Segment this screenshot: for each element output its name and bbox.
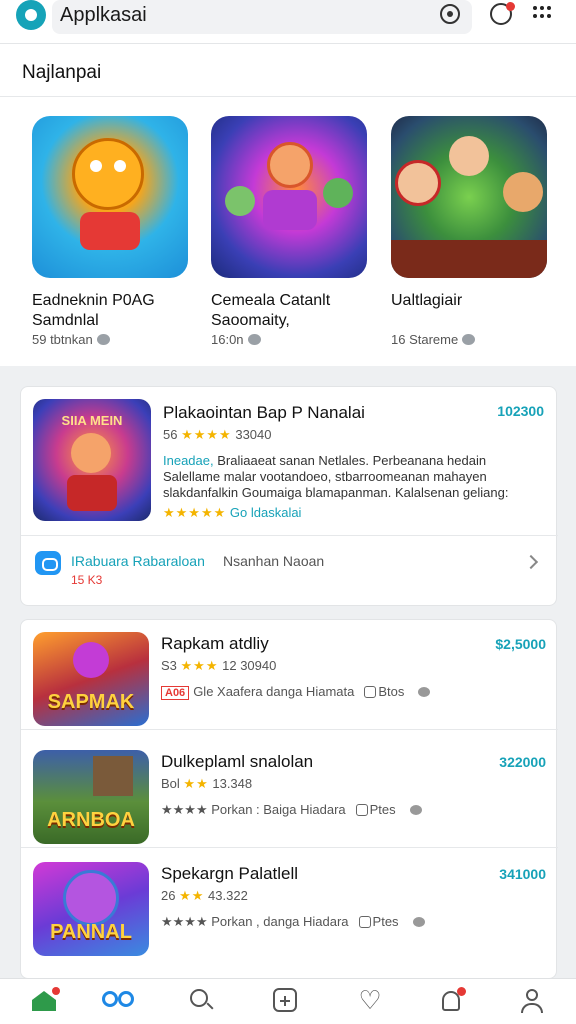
list-item[interactable]: SAPMAK Rapkam atdliy $2,5000 S3 ★★★ 12 3…: [21, 620, 558, 730]
app-description: Ineadae, Braliaaeat sanan Netlales. Perb…: [163, 453, 509, 500]
featured-card[interactable]: Eadneknin P0AG Samdnlal 59 tbtnkan: [32, 116, 192, 347]
art-word: PANNAL: [50, 921, 132, 943]
app-title: Applkasai: [60, 4, 147, 26]
section-title: Najlanpai: [22, 62, 102, 83]
chevron-right-icon[interactable]: [523, 554, 539, 570]
rating: 26 ★★ 43.322: [161, 888, 248, 903]
profile-icon[interactable]: [518, 987, 546, 1015]
home-icon[interactable]: [30, 987, 60, 1015]
divider: [21, 729, 558, 730]
game-artwork[interactable]: [32, 116, 188, 278]
art-banner-text: SIIA MEIN: [61, 413, 123, 428]
list-item[interactable]: ARNBOA Dulkeplaml snalolan 322000 Bol ★★…: [21, 738, 558, 848]
list-item[interactable]: PANNAL Spekargn Palatlell 341000 26 ★★ 4…: [21, 850, 558, 960]
game-artwork[interactable]: SIIA MEIN: [33, 399, 151, 521]
app-name-line2: Saoomaity,: [211, 312, 290, 329]
bell-badge: [457, 987, 466, 996]
top-bar: Applkasai: [0, 0, 576, 44]
promo-link-sub: 15 K3: [71, 573, 103, 587]
game-artwork[interactable]: [391, 116, 547, 278]
star-rating: ★★★★: [181, 427, 232, 442]
app-price: $2,5000: [495, 636, 546, 652]
divider: [21, 535, 558, 536]
target-icon[interactable]: [440, 4, 460, 24]
app-price: 341000: [499, 866, 546, 882]
rating: 56 ★★★★ 33040: [163, 427, 272, 442]
comment-icon: [96, 334, 110, 345]
app-name: Dulkeplaml snalolan: [161, 752, 314, 771]
featured-card[interactable]: Cemeala Catanlt Saoomaity, 16:0n: [211, 116, 371, 347]
app-name: Eadneknin P0AG: [32, 292, 155, 309]
comment-icon: [418, 687, 431, 697]
app-meta: 16:0n: [211, 332, 261, 347]
rating: S3 ★★★ 12 30940: [161, 658, 277, 673]
app-list: SAPMAK Rapkam atdliy $2,5000 S3 ★★★ 12 3…: [20, 619, 558, 979]
rating: Bol ★★ 13.348: [161, 776, 253, 791]
app-name: Cemeala Catanlt: [211, 292, 331, 309]
featured-section: Najlanpai Eadneknin P0AG Samdnlal 59 tbt…: [0, 44, 576, 366]
app-name: Plakaointan Bap P Nanalai: [163, 403, 365, 422]
search-bar[interactable]: Applkasai: [52, 0, 472, 34]
notification-button[interactable]: [489, 2, 515, 28]
games-icon[interactable]: [102, 987, 138, 1015]
app-tag: A06: [161, 686, 190, 700]
chat-icon[interactable]: [35, 551, 61, 575]
promo-rating-line: ★★★★★ Go ldaskalai: [163, 505, 302, 520]
app-price: 322000: [499, 754, 546, 770]
comment-icon: [412, 917, 425, 927]
game-artwork[interactable]: PANNAL: [33, 862, 149, 956]
search-icon[interactable]: [188, 987, 216, 1015]
add-icon[interactable]: [272, 987, 300, 1015]
art-word: SAPMAK: [47, 691, 135, 713]
game-artwork[interactable]: [211, 116, 367, 278]
bottom-navigation: ♡: [0, 978, 576, 1024]
app-price: 102300: [497, 403, 544, 419]
divider: [21, 847, 558, 848]
app-meta: 59 tbtnkan: [32, 332, 110, 347]
app-meta: 16 Stareme: [391, 332, 476, 347]
app-name-line2: Samdnlal: [32, 312, 99, 329]
comment-icon: [409, 805, 422, 815]
app-details: ★★★★ Porkan : Baiga Hiadara Ptes: [161, 802, 422, 818]
app-name: Rapkam atdliy: [161, 634, 269, 653]
more-options-icon[interactable]: [533, 6, 559, 32]
promo-link[interactable]: IRabuara Rabaraloan: [71, 553, 205, 569]
home-badge: [52, 987, 60, 995]
app-logo-icon[interactable]: [16, 0, 46, 30]
art-word: ARNBOA: [47, 809, 135, 831]
square-icon: [355, 804, 368, 816]
comment-icon: [462, 334, 476, 345]
promo-card[interactable]: SIIA MEIN Plakaointan Bap P Nanalai 1023…: [20, 386, 558, 606]
heart-icon[interactable]: ♡: [356, 987, 384, 1015]
promo-secondary-text[interactable]: Nsanhan Naoan: [223, 553, 324, 569]
divider: [0, 96, 576, 97]
bell-icon[interactable]: [438, 987, 466, 1015]
app-name: Ualtlagiair: [391, 292, 463, 309]
square-icon: [364, 686, 377, 698]
featured-card[interactable]: Ualtlagiair 16 Stareme: [391, 116, 551, 347]
notification-badge: [506, 2, 515, 11]
square-icon: [358, 916, 371, 928]
game-artwork[interactable]: SAPMAK: [33, 632, 149, 726]
app-name: Spekargn Palatlell: [161, 864, 299, 883]
comment-icon: [247, 334, 261, 345]
app-details: A06 Gle Xaafera danga Hiamata Btos: [161, 684, 431, 700]
game-artwork[interactable]: ARNBOA: [33, 750, 149, 844]
app-details: ★★★★ Porkan , danga Hiadara Ptes: [161, 914, 425, 930]
